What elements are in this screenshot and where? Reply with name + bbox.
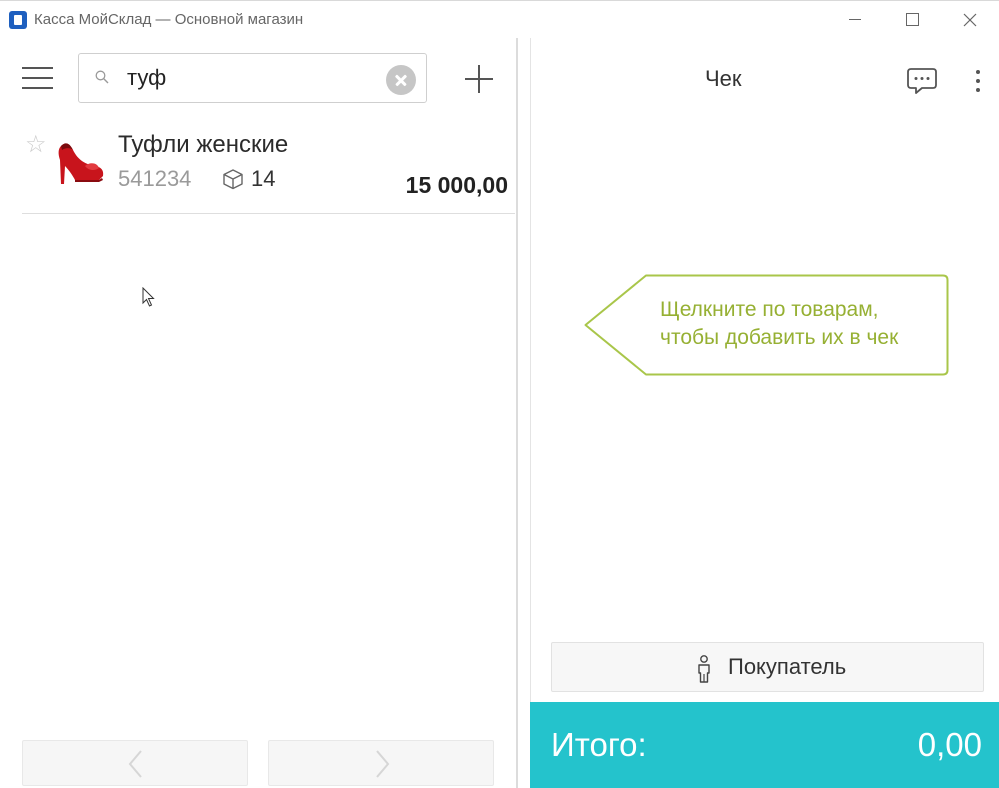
chevron-left-icon — [128, 750, 142, 778]
hint-line-1: Щелкните по товарам, — [660, 298, 879, 321]
customer-button[interactable]: Покупатель — [551, 642, 984, 692]
product-code: 541234 — [118, 166, 192, 191]
divider-line — [530, 38, 531, 702]
total-bar[interactable]: Итого: 0,00 — [530, 702, 999, 788]
favorite-star-icon[interactable]: ☆ — [25, 132, 51, 158]
product-price: 15 000,00 — [405, 172, 508, 198]
chevron-right-icon — [376, 750, 390, 778]
close-icon — [963, 13, 977, 27]
product-pane: ☆ Туфли женские 541234 14 15 000,00 — [0, 38, 517, 788]
mouse-cursor-icon — [142, 287, 155, 307]
product-name: Туфли женские — [118, 131, 289, 158]
receipt-title: Чек — [705, 66, 742, 91]
maximize-button[interactable] — [889, 1, 935, 39]
list-item[interactable]: ☆ Туфли женские 541234 14 15 000,00 — [22, 118, 515, 214]
clear-search-button[interactable] — [386, 65, 416, 95]
previous-page-button[interactable] — [22, 740, 248, 786]
search-input[interactable] — [127, 63, 377, 93]
search-box — [78, 53, 427, 103]
product-stock: 14 — [251, 166, 276, 191]
more-options-button[interactable] — [968, 66, 986, 96]
red-high-heel-shoe-icon — [58, 143, 104, 184]
total-label: Итого: — [551, 726, 647, 763]
app-logo-icon — [9, 11, 27, 29]
minimize-button[interactable] — [832, 1, 878, 39]
box-icon — [223, 169, 243, 190]
total-value: 0,00 — [917, 726, 982, 763]
customer-label: Покупатель — [728, 654, 847, 679]
add-product-button[interactable] — [462, 63, 496, 97]
hint-text: Щелкните по товарам, чтобы добавить их в… — [660, 296, 898, 352]
window-title: Касса МойСклад — Основной магазин — [34, 11, 304, 28]
comment-icon — [907, 68, 937, 94]
pane-divider[interactable] — [516, 38, 518, 788]
search-icon — [95, 70, 109, 84]
hint-line-2: чтобы добавить их в чек — [660, 326, 899, 349]
menu-button[interactable] — [22, 67, 54, 91]
close-window-button[interactable] — [947, 1, 993, 39]
person-icon — [698, 655, 710, 683]
title-bar: Касса МойСклад — Основной магазин — [0, 0, 999, 38]
next-page-button[interactable] — [268, 740, 494, 786]
comment-button[interactable] — [906, 66, 938, 96]
empty-receipt-hint: Щелкните по товарам, чтобы добавить их в… — [584, 274, 950, 378]
